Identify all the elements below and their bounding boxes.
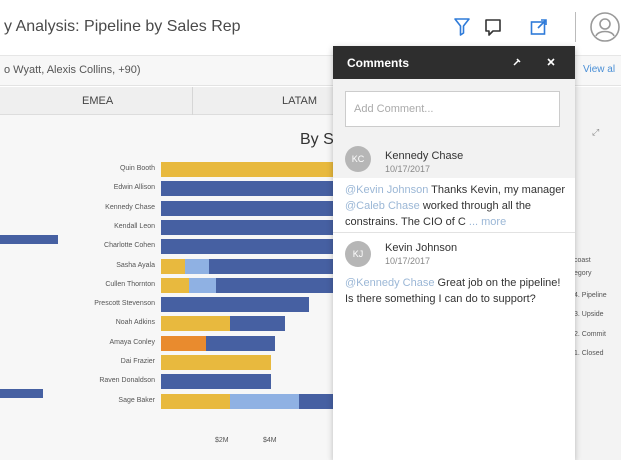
bar-segment[interactable] — [161, 335, 206, 351]
bar-segment[interactable] — [161, 181, 334, 197]
comment-author: Kennedy Chase — [385, 150, 464, 162]
category-label: Edwin Allison — [113, 184, 155, 192]
comments-panel: Comments Add Comment... KC Kennedy Chase… — [333, 46, 575, 460]
avatar: KC — [345, 146, 371, 172]
mention[interactable]: @Kevin Johnson — [345, 184, 428, 196]
bar-segment[interactable] — [209, 258, 334, 274]
bar-segment[interactable] — [161, 374, 272, 390]
legend-item-upside: 3. Upside — [574, 311, 604, 318]
bar-segment[interactable] — [161, 258, 186, 274]
page-title: y Analysis: Pipeline by Sales Rep — [4, 18, 241, 35]
x-tick-label: $4M — [263, 437, 277, 444]
category-label: Noah Adkins — [115, 319, 155, 327]
bar-segment[interactable] — [0, 235, 58, 244]
bar-segment[interactable] — [161, 219, 334, 235]
category-label: Sage Baker — [118, 396, 155, 404]
expand-icon[interactable]: ⤢ — [592, 127, 599, 138]
comments-panel-header: Comments — [333, 46, 575, 79]
more-link[interactable]: ... more — [469, 216, 506, 228]
right-legend-area: coast egory 4. Pipeline 3. Upside 2. Com… — [572, 87, 621, 460]
category-label: Cullen Thornton — [105, 280, 155, 288]
bar-segment[interactable] — [161, 393, 230, 409]
x-tick-label: $2M — [215, 437, 229, 444]
comment-divider — [333, 232, 575, 233]
bar-segment[interactable] — [161, 297, 310, 313]
bar-segment[interactable] — [161, 355, 272, 370]
comment-date: 10/17/2017 — [385, 256, 431, 266]
category-label: Sasha Ayala — [116, 261, 155, 269]
bar-segment[interactable] — [188, 277, 217, 293]
category-label: Prescott Stevenson — [94, 300, 155, 308]
comment-body: @Kevin Johnson Thanks Kevin, my manager … — [345, 182, 567, 230]
bar-segment[interactable] — [0, 389, 44, 398]
comment-date: 10/17/2017 — [385, 164, 431, 174]
category-label: Dai Frazier — [120, 358, 155, 365]
toolbar-divider — [575, 12, 576, 42]
avatar: KJ — [345, 241, 371, 267]
user-icon[interactable] — [588, 10, 621, 44]
view-all-link[interactable]: View al — [583, 64, 615, 75]
bar-segment[interactable] — [161, 200, 334, 216]
bar-segment[interactable] — [161, 162, 334, 177]
bar-segment[interactable] — [216, 277, 337, 293]
bar-segment[interactable] — [230, 393, 299, 409]
mention[interactable]: @Kennedy Chase — [345, 277, 434, 289]
comment-text: Thanks Kevin, my manager — [428, 184, 566, 196]
chart-area: By S Quin Booth Edwin Allison Kennedy Chas… — [0, 115, 340, 460]
comment-input[interactable]: Add Comment... — [345, 91, 560, 127]
comment-author: Kevin Johnson — [385, 242, 458, 254]
legend-subtitle: egory — [574, 270, 592, 277]
bar-segment[interactable] — [161, 239, 334, 255]
category-label: Raven Donaldson — [99, 377, 155, 385]
bar-segment[interactable] — [185, 258, 210, 274]
legend-title: coast — [574, 257, 591, 264]
comments-panel-title: Comments — [347, 56, 410, 70]
category-label: Amaya Conley — [109, 338, 155, 346]
region-emea[interactable]: EMEA — [82, 95, 113, 107]
comment-icon[interactable] — [480, 14, 506, 40]
pin-icon[interactable] — [509, 54, 525, 70]
close-icon[interactable] — [543, 54, 559, 70]
bar-segment[interactable] — [230, 316, 286, 332]
filter-summary: o Wyatt, Alexis Collins, +90) — [4, 64, 141, 76]
share-icon[interactable] — [526, 14, 552, 40]
comment-body: @Kennedy Chase Great job on the pipeline… — [345, 275, 567, 307]
chart-title: By S — [300, 131, 334, 148]
category-label: Kendall Leon — [114, 222, 155, 230]
legend-item-commit: 2. Commit — [574, 331, 606, 338]
filter-icon[interactable] — [449, 14, 475, 40]
category-label: Quin Booth — [119, 165, 155, 172]
bar-segment[interactable] — [161, 316, 230, 332]
bar-segment[interactable] — [205, 335, 275, 351]
legend-item-pipeline: 4. Pipeline — [574, 292, 607, 299]
bar-segment[interactable] — [161, 277, 189, 293]
region-divider — [192, 87, 193, 115]
region-latam[interactable]: LATAM — [282, 95, 317, 107]
region-header-row: EMEA LATAM — [0, 87, 340, 115]
mention[interactable]: @Caleb Chase — [345, 200, 420, 212]
category-label: Kennedy Chase — [105, 203, 155, 211]
legend-item-closed: 1. Closed — [574, 350, 604, 357]
